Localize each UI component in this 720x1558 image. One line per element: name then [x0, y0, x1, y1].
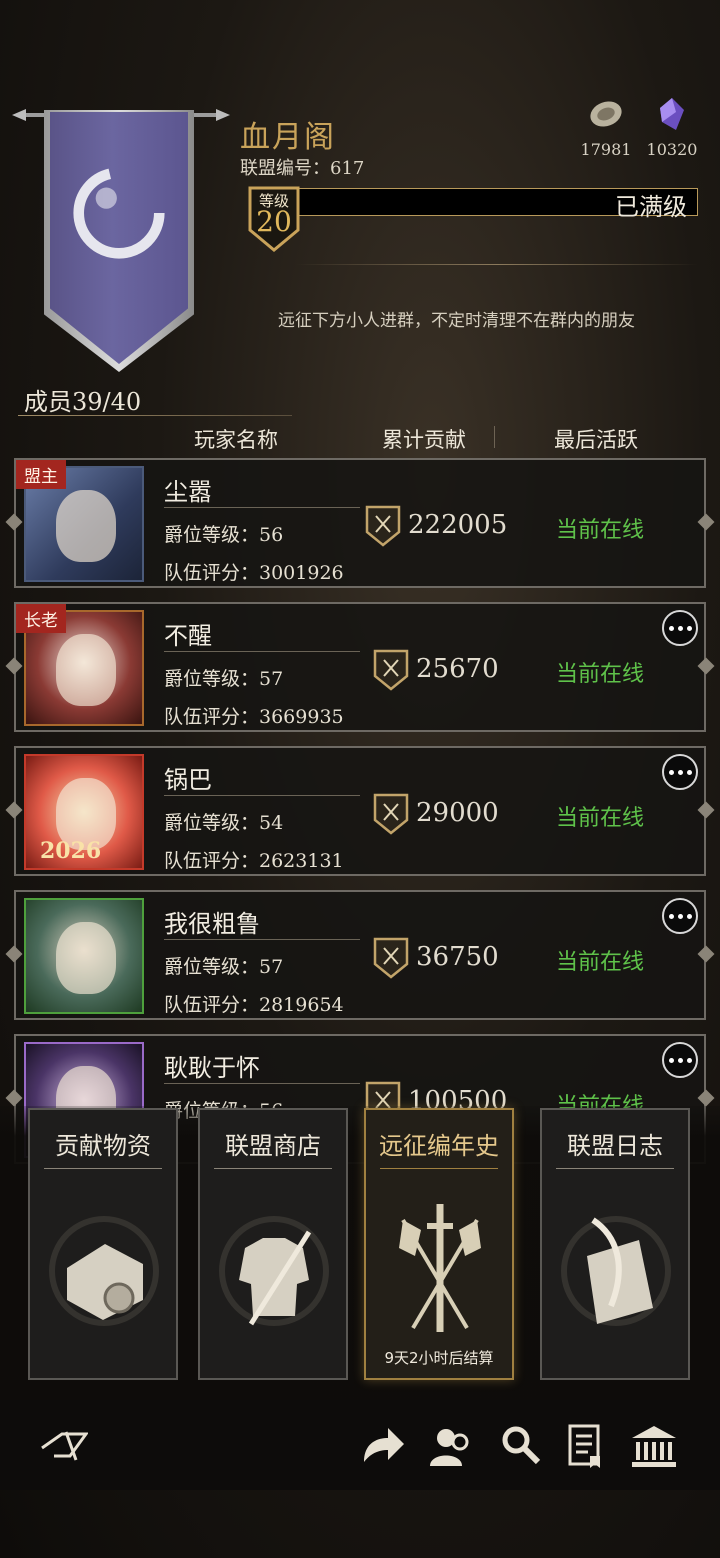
document-icon[interactable] — [562, 1422, 610, 1470]
crystal-resource[interactable]: 10320 — [646, 96, 698, 159]
more-options-button[interactable] — [662, 898, 698, 934]
alliance-id: 联盟编号：617 — [240, 158, 365, 179]
row-diamond — [697, 945, 715, 963]
divider — [214, 1168, 332, 1169]
player-name: 耿耿于怀 — [164, 1054, 260, 1082]
avatar-portrait — [56, 634, 116, 706]
divider — [556, 1168, 674, 1169]
contribution-value: 36750 — [416, 942, 499, 972]
expedition-chronicle-card[interactable]: 远征编年史 9天2小时后结算 — [364, 1108, 514, 1380]
level-number: 20 — [256, 205, 292, 238]
avatar-portrait — [56, 922, 116, 994]
team-score: 队伍评分：3669935 — [164, 706, 344, 728]
contribution-icon — [365, 505, 401, 547]
crossed-banners-sword-icon — [399, 1204, 481, 1332]
row-diamond — [5, 513, 23, 531]
row-diamond — [697, 801, 715, 819]
role-badge: 盟主 — [16, 460, 66, 489]
back-emblem-icon[interactable] — [40, 1422, 88, 1470]
contribution-icon — [373, 793, 409, 835]
team-score: 队伍评分：2623131 — [164, 850, 344, 872]
alliance-name: 血月阁 — [240, 120, 336, 155]
members-count: 成员39/40 — [24, 388, 142, 416]
online-status: 当前在线 — [556, 662, 645, 687]
settlement-countdown: 9天2小时后结算 — [384, 1349, 494, 1367]
more-options-button[interactable] — [662, 754, 698, 790]
avatar-portrait — [56, 490, 116, 562]
card-title: 远征编年史 — [379, 1132, 499, 1160]
team-score: 队伍评分：3001926 — [164, 562, 344, 584]
share-arrow-icon[interactable] — [358, 1422, 406, 1470]
header-contribution: 累计贡献 — [382, 428, 466, 452]
row-diamond — [5, 945, 23, 963]
member-row[interactable]: 2026 锅巴 爵位等级：54 队伍评分：2623131 29000 当前在线 — [5, 746, 715, 876]
avatar[interactable]: 2026 — [24, 754, 144, 870]
online-status: 当前在线 — [556, 518, 645, 543]
online-status: 当前在线 — [556, 806, 645, 831]
level-status: 已满级 — [615, 193, 687, 221]
header-player-name: 玩家名称 — [194, 428, 278, 452]
bank-icon[interactable] — [630, 1422, 678, 1470]
coin-icon — [590, 101, 622, 127]
header-last-active: 最后活跃 — [554, 428, 638, 452]
quill-parchment-icon — [561, 1216, 671, 1326]
member-row[interactable]: 我很粗鲁 爵位等级：57 队伍评分：2819654 36750 当前在线 — [5, 890, 715, 1020]
coin-amount: 17981 — [580, 140, 632, 159]
alliance-notice: 远征下方小人进群，不定时清理不在群内的朋友 — [278, 311, 635, 331]
divider — [164, 795, 360, 796]
card-title: 贡献物资 — [55, 1132, 151, 1160]
contribution-icon — [373, 937, 409, 979]
divider — [164, 939, 360, 940]
alliance-log-card[interactable]: 联盟日志 — [540, 1108, 690, 1380]
more-options-button[interactable] — [662, 610, 698, 646]
row-diamond — [5, 801, 23, 819]
crystal-icon — [660, 98, 684, 130]
avatar[interactable] — [24, 898, 144, 1014]
player-name: 我很粗鲁 — [164, 910, 260, 938]
crescent-moon-icon — [73, 167, 165, 259]
armor-sword-icon — [219, 1216, 329, 1326]
player-name: 不醒 — [164, 622, 212, 650]
contribution-value: 222005 — [408, 510, 508, 540]
rank-level: 爵位等级：54 — [164, 812, 284, 834]
member-row[interactable]: 长老 不醒 爵位等级：57 队伍评分：3669935 25670 当前在线 — [5, 602, 715, 732]
divider — [164, 507, 360, 508]
row-diamond — [697, 513, 715, 531]
team-score: 队伍评分：2819654 — [164, 994, 344, 1016]
divider — [296, 264, 698, 265]
divider — [380, 1168, 498, 1169]
avatar-frame-year: 2026 — [40, 838, 102, 864]
rank-level: 爵位等级：57 — [164, 668, 284, 690]
player-name: 锅巴 — [164, 766, 212, 794]
contribution-icon — [373, 649, 409, 691]
divider — [18, 415, 292, 416]
divider — [164, 1083, 360, 1084]
members-icon[interactable] — [426, 1422, 474, 1470]
row-diamond — [5, 1089, 23, 1107]
row-diamond — [697, 1089, 715, 1107]
header-divider — [494, 426, 495, 448]
rank-level: 爵位等级：56 — [164, 524, 284, 546]
alliance-shop-card[interactable]: 联盟商店 — [198, 1108, 348, 1380]
role-badge: 长老 — [16, 604, 66, 633]
coin-resource[interactable]: 17981 — [580, 96, 632, 159]
row-diamond — [697, 657, 715, 675]
card-title: 联盟商店 — [225, 1132, 321, 1160]
contribution-value: 29000 — [416, 798, 499, 828]
member-row[interactable]: 盟主 尘嚣 爵位等级：56 队伍评分：3001926 222005 当前在线 — [5, 458, 715, 588]
contribution-value: 25670 — [416, 654, 499, 684]
card-title: 联盟日志 — [567, 1132, 663, 1160]
level-progress-bar: 已满级 — [296, 188, 698, 221]
search-icon[interactable] — [496, 1422, 544, 1470]
more-options-button[interactable] — [662, 1042, 698, 1078]
divider — [44, 1168, 162, 1169]
player-name: 尘嚣 — [164, 478, 212, 506]
row-diamond — [5, 657, 23, 675]
divider — [164, 651, 360, 652]
crystal-amount: 10320 — [646, 140, 698, 159]
scroll-map-icon — [49, 1216, 159, 1326]
rank-level: 爵位等级：57 — [164, 956, 284, 978]
contribute-supplies-card[interactable]: 贡献物资 — [28, 1108, 178, 1380]
online-status: 当前在线 — [556, 950, 645, 975]
